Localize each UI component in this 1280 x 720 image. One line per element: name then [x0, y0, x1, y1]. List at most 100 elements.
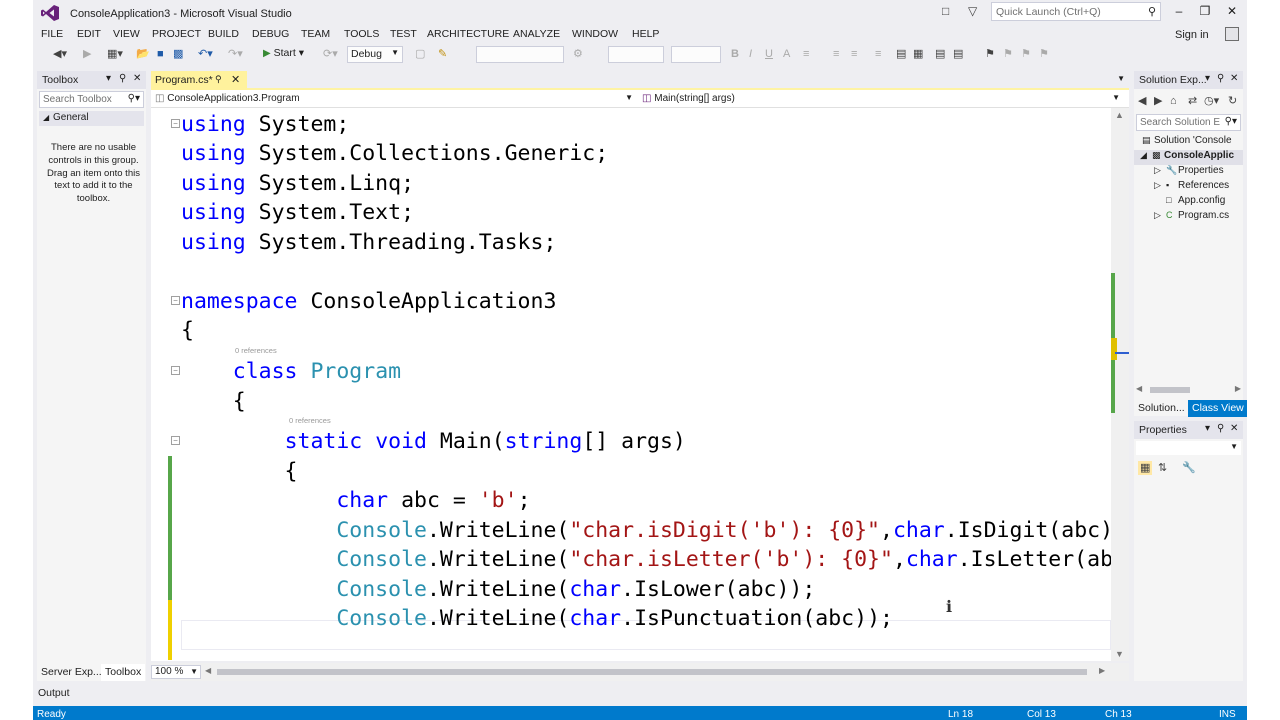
object-selector-dropdown[interactable]: ▼: [1136, 441, 1241, 455]
close-icon[interactable]: ✕: [231, 73, 240, 86]
close-window-icon[interactable]: ✕: [1224, 4, 1240, 18]
sign-in-link[interactable]: Sign in: [1175, 29, 1209, 41]
menu-tools[interactable]: TOOLS: [344, 28, 379, 40]
indent-icon[interactable]: ≡: [833, 47, 839, 61]
solution-search-input[interactable]: Search Solution E ⚲▾: [1136, 114, 1241, 131]
user-account-icon[interactable]: [1225, 27, 1239, 41]
refresh-icon[interactable]: ⟳▾: [323, 47, 338, 61]
font-dropdown[interactable]: [608, 46, 664, 63]
collapse-class-icon[interactable]: −: [171, 366, 180, 375]
format-icon[interactable]: ▤: [896, 47, 906, 61]
code-text-area[interactable]: − − − − using System; using System.Colle…: [151, 108, 1111, 661]
feedback-filter-icon[interactable]: ▽: [968, 4, 982, 18]
vertical-scrollbar[interactable]: ▲ ▼: [1111, 108, 1129, 661]
find-icon[interactable]: ▢: [415, 47, 425, 61]
tab-list-dropdown-icon[interactable]: ▼: [1117, 74, 1125, 83]
scroll-right-icon[interactable]: ▶: [1099, 666, 1105, 675]
tree-item-program-cs[interactable]: ▷ C Program.cs: [1154, 210, 1229, 225]
menu-window[interactable]: WINDOW: [572, 28, 618, 40]
clear-bookmarks-icon[interactable]: ⚑: [1039, 47, 1049, 61]
close-icon[interactable]: ✕: [133, 73, 141, 84]
type-dropdown[interactable]: ◫ ConsoleApplication3.Program ▼: [151, 91, 636, 107]
save-all-icon[interactable]: ▩: [173, 47, 183, 61]
refresh-icon[interactable]: ↻: [1228, 94, 1237, 108]
member-dropdown[interactable]: ◫ Main(string[] args) ▼: [638, 91, 1123, 107]
bookmark-icon[interactable]: ⚑: [985, 47, 995, 61]
size-dropdown[interactable]: [671, 46, 721, 63]
minimize-icon[interactable]: –: [1171, 4, 1187, 18]
collapse-method-icon[interactable]: −: [171, 436, 180, 445]
toolbox-group-general[interactable]: ◢ General: [39, 111, 144, 126]
tab-program-cs[interactable]: Program.cs* ⚲ ✕: [151, 71, 247, 90]
new-project-icon[interactable]: ▦▾: [107, 47, 123, 61]
tab-class-view[interactable]: Class View: [1188, 400, 1247, 417]
menu-team[interactable]: TEAM: [301, 28, 330, 40]
pin-icon[interactable]: ⚲: [215, 74, 222, 85]
collapse-namespace-icon[interactable]: −: [171, 296, 180, 305]
prev-bookmark-icon[interactable]: ⚑: [1003, 47, 1013, 61]
navigate-forward-icon[interactable]: ▶: [83, 47, 91, 61]
menu-analyze[interactable]: ANALYZE: [513, 28, 560, 40]
save-icon[interactable]: ■: [157, 47, 164, 61]
window-position-icon[interactable]: ▾: [1205, 73, 1210, 84]
scroll-down-icon[interactable]: ▼: [1115, 649, 1124, 659]
align-icon[interactable]: ≡: [803, 47, 809, 61]
pin-icon[interactable]: ⚲: [119, 73, 126, 84]
tree-item-solution[interactable]: ▤ Solution 'Console: [1142, 135, 1232, 150]
tab-toolbox[interactable]: Toolbox: [101, 664, 146, 681]
codelens-references[interactable]: 0 references: [235, 346, 277, 355]
tab-server-explorer[interactable]: Server Exp...: [37, 664, 106, 681]
close-icon[interactable]: ✕: [1230, 423, 1238, 434]
codelens-references[interactable]: 0 references: [289, 416, 331, 425]
window-position-icon[interactable]: ▾: [106, 73, 111, 84]
redo-icon[interactable]: ↷▾: [228, 47, 243, 61]
comment-icon[interactable]: ≡: [875, 47, 881, 61]
tree-item-references[interactable]: ▷ ▪ References: [1154, 180, 1229, 195]
next-bookmark-icon[interactable]: ⚑: [1021, 47, 1031, 61]
close-icon[interactable]: ✕: [1230, 73, 1238, 84]
menu-test[interactable]: TEST: [390, 28, 417, 40]
scroll-right-icon[interactable]: ▶: [1235, 384, 1241, 393]
menu-project[interactable]: PROJECT: [152, 28, 201, 40]
menu-file[interactable]: FILE: [41, 28, 63, 40]
zoom-dropdown[interactable]: 100 % ▼: [151, 665, 201, 679]
scrollbar-thumb[interactable]: [1150, 387, 1190, 393]
tree-item-app-config[interactable]: □ App.config: [1166, 195, 1225, 210]
split-icon[interactable]: ▲: [1115, 110, 1124, 120]
categorized-icon[interactable]: ▦: [1138, 461, 1153, 475]
list-icon[interactable]: ≡: [851, 47, 857, 61]
property-pages-icon[interactable]: 🔧: [1182, 461, 1196, 475]
undo-icon[interactable]: ↶▾: [198, 47, 213, 61]
collapse-using-icon[interactable]: −: [171, 119, 180, 128]
menu-view[interactable]: VIEW: [113, 28, 140, 40]
solution-configuration-dropdown[interactable]: Debug ▼: [347, 46, 403, 63]
output-panel-tab[interactable]: Output: [33, 684, 1247, 703]
menu-edit[interactable]: EDIT: [77, 28, 101, 40]
scroll-left-icon[interactable]: ◀: [205, 666, 211, 675]
pin-icon[interactable]: ⚲: [1217, 73, 1224, 84]
sync-icon[interactable]: ⇄: [1188, 94, 1197, 108]
menu-debug[interactable]: DEBUG: [252, 28, 289, 40]
uncomment-icon[interactable]: ▤: [953, 47, 963, 61]
back-icon[interactable]: ◀: [1138, 94, 1146, 108]
pin-icon[interactable]: ⚲: [1217, 423, 1224, 434]
alphabetical-icon[interactable]: ⇅: [1158, 461, 1167, 475]
forward-icon[interactable]: ▶: [1154, 94, 1162, 108]
navigate-back-icon[interactable]: ◀▾: [53, 47, 67, 61]
tab-solution-explorer[interactable]: Solution...: [1134, 400, 1189, 417]
quick-launch-input[interactable]: Quick Launch (Ctrl+Q) ⚲: [991, 2, 1161, 21]
menu-build[interactable]: BUILD: [208, 28, 239, 40]
tree-item-project[interactable]: ◢ ▩ ConsoleApplic: [1134, 150, 1243, 165]
window-position-icon[interactable]: ▾: [1205, 423, 1210, 434]
notifications-icon[interactable]: □: [942, 4, 956, 18]
scroll-left-icon[interactable]: ◀: [1136, 384, 1142, 393]
menu-help[interactable]: HELP: [632, 28, 659, 40]
comment-out-icon[interactable]: ▤: [935, 47, 945, 61]
italic-icon[interactable]: I: [749, 47, 752, 61]
underline-icon[interactable]: U: [765, 47, 773, 61]
font-color-icon[interactable]: A: [783, 47, 790, 61]
start-debugging-button[interactable]: ▶ Start ▾: [263, 47, 304, 59]
outdent-icon[interactable]: ▦: [913, 47, 923, 61]
attach-icon[interactable]: ⚙: [573, 47, 583, 61]
home-icon[interactable]: ⌂: [1170, 94, 1177, 108]
